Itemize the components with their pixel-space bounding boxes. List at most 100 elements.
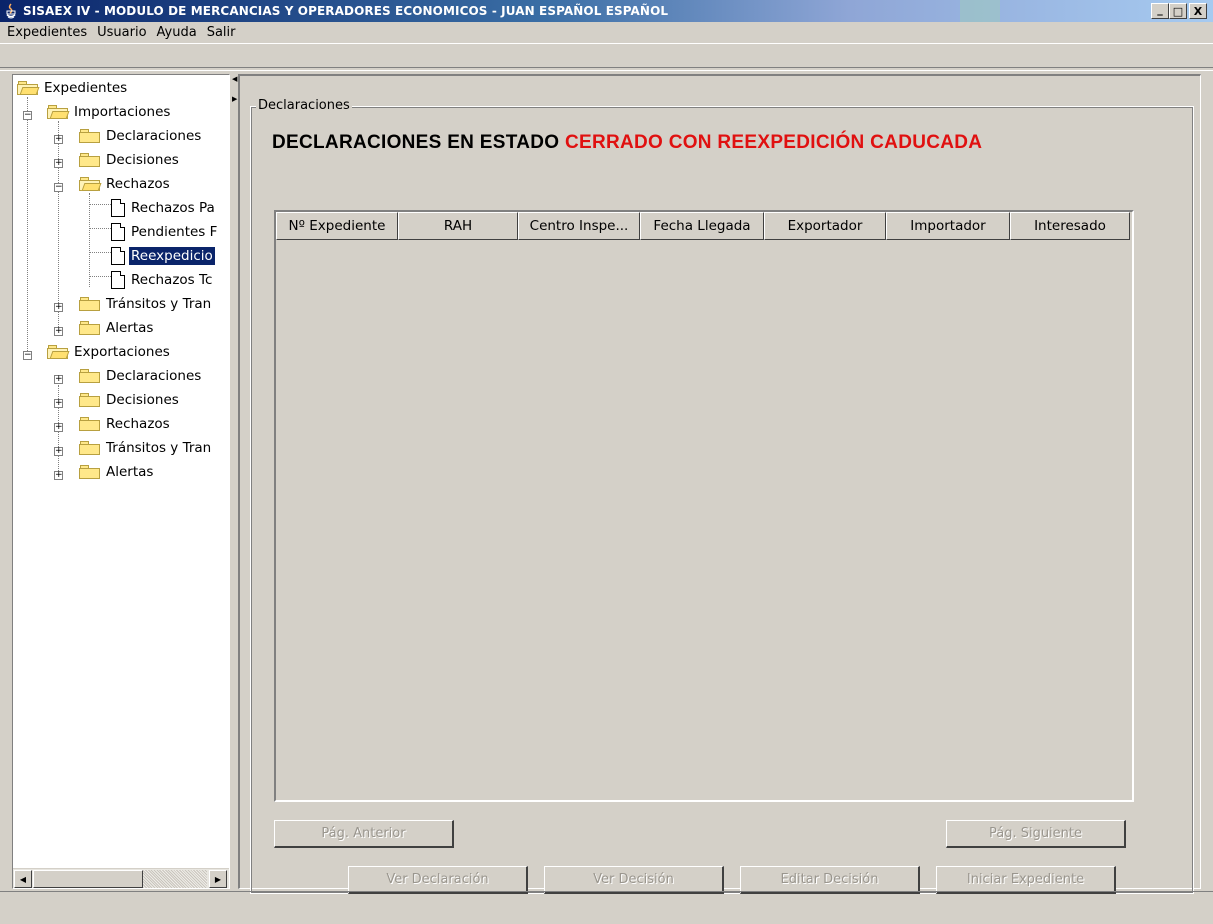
expand-icon[interactable]: + (54, 135, 63, 144)
document-icon (111, 271, 125, 289)
column-header-expediente[interactable]: Nº Expediente (276, 212, 398, 240)
folder-icon (79, 321, 100, 335)
collapse-icon[interactable]: − (23, 351, 32, 360)
tree-node-import-declaraciones[interactable]: Declaraciones (79, 125, 203, 147)
window-title: SISAEX IV - MODULO DE MERCANCIAS Y OPERA… (23, 4, 669, 18)
table-header: Nº Expediente RAH Centro Inspe... Fecha … (276, 212, 1130, 240)
tree-label: Rechazos (106, 176, 170, 192)
tree-label-selected: Reexpedicio (128, 246, 216, 266)
tree-label: Declaraciones (106, 368, 202, 384)
view-declaration-button[interactable]: Ver Declaración (348, 866, 528, 894)
tree-node-export-alertas[interactable]: Alertas (79, 461, 155, 483)
open-folder-icon (79, 177, 102, 191)
tree-node-import-transitos[interactable]: Tránsitos y Tran (79, 293, 213, 315)
tree-label: Expedientes (44, 80, 128, 96)
tree-node-import-decisiones[interactable]: Decisiones (79, 149, 181, 171)
view-decision-button[interactable]: Ver Decisión (544, 866, 724, 894)
prev-page-button[interactable]: Pág. Anterior (274, 820, 454, 848)
document-icon (111, 223, 125, 241)
heading-prefix: DECLARACIONES EN ESTADO (272, 132, 560, 153)
tree-node-importaciones[interactable]: Importaciones (47, 101, 172, 123)
expand-icon[interactable]: + (54, 159, 63, 168)
menu-ayuda[interactable]: Ayuda (152, 25, 202, 40)
collapse-left-icon[interactable]: ◀ (232, 76, 237, 83)
tree-node-import-rechazos[interactable]: Rechazos (79, 173, 172, 195)
menu-expedientes[interactable]: Expedientes (2, 25, 92, 40)
folder-icon (79, 297, 100, 311)
tree-node-export-transitos[interactable]: Tránsitos y Tran (79, 437, 213, 459)
folder-icon (79, 369, 100, 383)
expand-icon[interactable]: + (54, 447, 63, 456)
folder-icon (79, 441, 100, 455)
column-header-rah[interactable]: RAH (398, 212, 518, 240)
tree-label: Rechazos Pa (131, 200, 215, 216)
tree-label: Tránsitos y Tran (106, 440, 212, 456)
column-header-exportador[interactable]: Exportador (764, 212, 886, 240)
expedientes-tree: Expedientes − Importaciones + Declaracio… (13, 75, 229, 855)
tree-node-rechazos-tc[interactable]: Rechazos Tc (111, 269, 214, 291)
tree-node-export-rechazos[interactable]: Rechazos (79, 413, 172, 435)
expand-icon[interactable]: + (54, 327, 63, 336)
title-accent (960, 0, 1000, 22)
tree-node-reexpedicion[interactable]: Reexpedicio (111, 245, 216, 267)
tree-node-rechazos-pa[interactable]: Rechazos Pa (111, 197, 217, 219)
scrollbar-track[interactable] (143, 870, 207, 888)
expand-right-icon[interactable]: ▶ (232, 96, 237, 103)
scroll-left-button[interactable]: ◀ (14, 870, 32, 888)
title-bar: SISAEX IV - MODULO DE MERCANCIAS Y OPERA… (0, 0, 1213, 22)
arrow-left-icon: ◀ (19, 874, 27, 884)
tree-node-export-declaraciones[interactable]: Declaraciones (79, 365, 203, 387)
tree-label: Decisiones (106, 392, 179, 408)
collapse-icon[interactable]: − (54, 183, 63, 192)
tree-label: Importaciones (74, 104, 171, 120)
folder-icon (79, 393, 100, 407)
tree-node-export-decisiones[interactable]: Decisiones (79, 389, 181, 411)
tree-label: Exportaciones (74, 344, 170, 360)
close-icon: X (1193, 4, 1203, 18)
document-icon (111, 247, 125, 265)
open-folder-icon (47, 105, 70, 119)
minimize-icon: _ (1157, 2, 1163, 16)
java-app-icon (3, 3, 19, 19)
maximize-button[interactable]: □ (1169, 3, 1187, 19)
menu-bar: Expedientes Usuario Ayuda Salir (0, 22, 1213, 44)
toolbar-separator (0, 67, 1213, 71)
tree-label: Tránsitos y Tran (106, 296, 212, 312)
tree-node-import-alertas[interactable]: Alertas (79, 317, 155, 339)
declaraciones-table[interactable]: Nº Expediente RAH Centro Inspe... Fecha … (274, 210, 1134, 802)
expand-icon[interactable]: + (54, 375, 63, 384)
edit-decision-button[interactable]: Editar Decisión (740, 866, 920, 894)
expand-icon[interactable]: + (54, 303, 63, 312)
minimize-button[interactable]: _ (1151, 3, 1169, 19)
menu-usuario[interactable]: Usuario (92, 25, 151, 40)
close-button[interactable]: X (1189, 3, 1207, 19)
open-folder-icon (17, 81, 40, 95)
document-icon (111, 199, 125, 217)
expand-icon[interactable]: + (54, 471, 63, 480)
expand-icon[interactable]: + (54, 399, 63, 408)
status-bar (0, 891, 1213, 924)
folder-icon (79, 153, 100, 167)
start-expediente-button[interactable]: Iniciar Expediente (936, 866, 1116, 894)
tree-node-expedientes[interactable]: Expedientes (17, 77, 129, 99)
arrow-right-icon: ▶ (214, 874, 222, 884)
tree-node-pendientes[interactable]: Pendientes F (111, 221, 219, 243)
expedientes-tree-panel: Expedientes − Importaciones + Declaracio… (12, 74, 230, 889)
column-header-centro-inspeccion[interactable]: Centro Inspe... (518, 212, 640, 240)
menu-salir[interactable]: Salir (202, 25, 241, 40)
next-page-button[interactable]: Pág. Siguiente (946, 820, 1126, 848)
tree-node-exportaciones[interactable]: Exportaciones (47, 341, 172, 363)
expand-icon[interactable]: + (54, 423, 63, 432)
page-title: DECLARACIONES EN ESTADO CERRADO CON REEX… (272, 132, 982, 154)
column-header-interesado[interactable]: Interesado (1010, 212, 1130, 240)
column-header-fecha-llegada[interactable]: Fecha Llegada (640, 212, 764, 240)
scroll-right-button[interactable]: ▶ (209, 870, 227, 888)
tree-label: Rechazos (106, 416, 170, 432)
panel-splitter[interactable]: ◀ ▶ (231, 74, 238, 889)
collapse-icon[interactable]: − (23, 111, 32, 120)
maximize-icon: □ (1172, 4, 1184, 18)
column-header-importador[interactable]: Importador (886, 212, 1010, 240)
scrollbar-thumb[interactable] (33, 870, 143, 888)
tree-horizontal-scrollbar[interactable]: ◀ ▶ (13, 868, 229, 888)
tree-label: Decisiones (106, 152, 179, 168)
